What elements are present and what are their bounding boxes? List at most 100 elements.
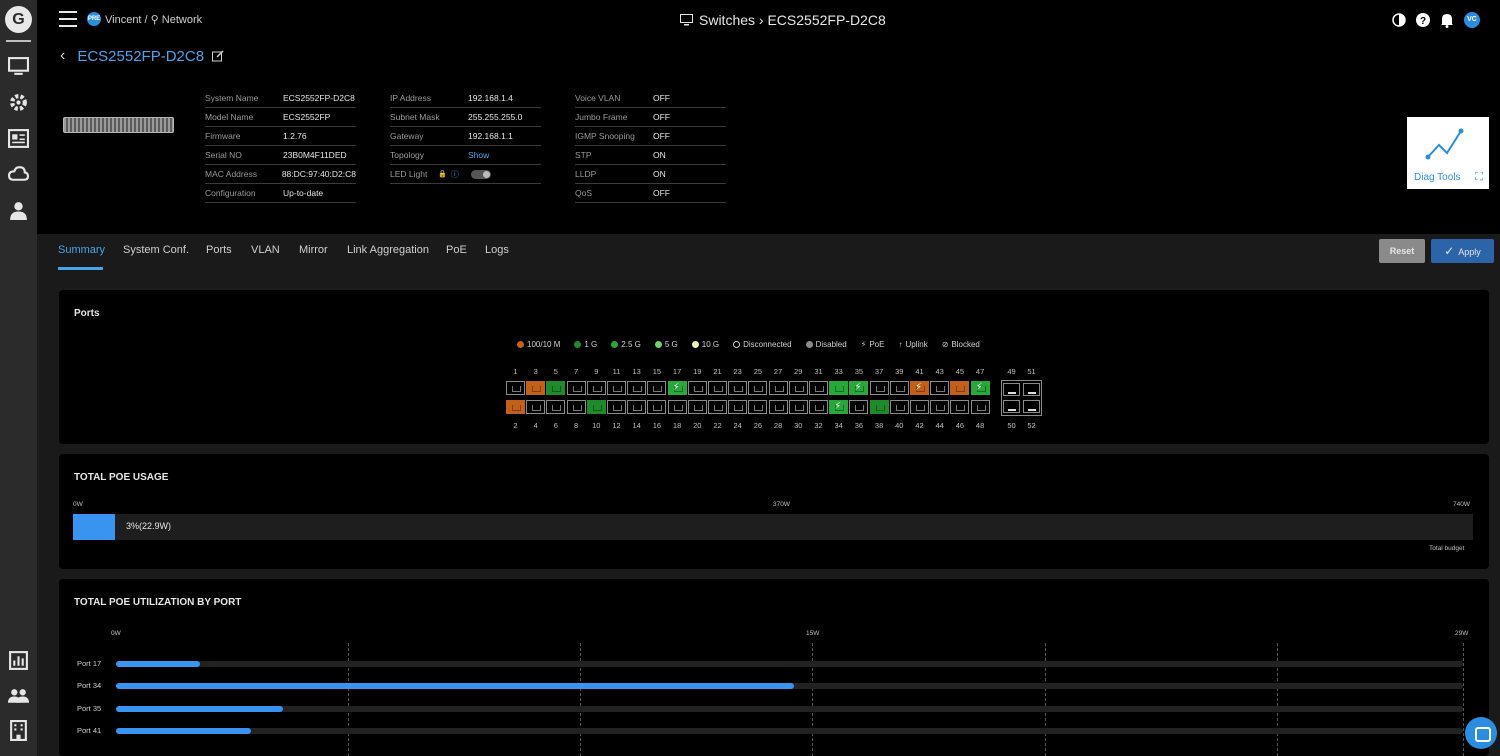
theme-toggle-icon[interactable]	[1392, 13, 1406, 27]
user-avatar[interactable]: VC	[1464, 12, 1480, 28]
info-row: QoS OFF	[575, 184, 726, 203]
port-25[interactable]	[748, 381, 768, 395]
diag-chart-icon	[1425, 128, 1464, 160]
port-27[interactable]	[768, 381, 788, 395]
bell-icon[interactable]	[1440, 13, 1454, 28]
sfp-port-50[interactable]	[1003, 400, 1020, 413]
monitor-icon[interactable]	[8, 56, 29, 77]
gear-icon[interactable]	[8, 92, 29, 113]
port-17[interactable]: ⚡	[667, 381, 687, 395]
port-15[interactable]	[647, 381, 667, 395]
port-4[interactable]	[526, 400, 546, 414]
port-8[interactable]	[566, 400, 586, 414]
port-10[interactable]	[586, 400, 606, 414]
port-9[interactable]	[586, 381, 606, 395]
sfp-port-49[interactable]	[1003, 383, 1020, 396]
building-icon[interactable]	[8, 720, 29, 741]
tab-mirror[interactable]: Mirror	[299, 244, 328, 256]
port-1[interactable]	[506, 381, 525, 395]
info-icon[interactable]: ⓘ	[451, 169, 459, 180]
port-35[interactable]: ⚡	[849, 381, 869, 395]
admin-user-icon[interactable]	[8, 200, 29, 221]
port-30[interactable]	[788, 400, 808, 414]
port-34[interactable]: ⚡	[829, 400, 849, 414]
port-20[interactable]	[687, 400, 707, 414]
port-41[interactable]: ⚡	[910, 381, 929, 395]
port-47[interactable]: ⚡	[970, 381, 990, 395]
cloud-icon[interactable]	[8, 164, 29, 185]
menu-icon[interactable]	[59, 11, 77, 27]
port-number: 35	[854, 367, 864, 376]
port-19[interactable]	[687, 381, 707, 395]
port-2[interactable]	[506, 400, 525, 414]
port-43[interactable]	[930, 381, 950, 395]
port-3[interactable]	[526, 381, 546, 395]
diag-tools-button[interactable]: Diag Tools ⛶	[1407, 117, 1489, 189]
tab-summary[interactable]: Summary	[58, 244, 105, 256]
port-26[interactable]	[748, 400, 768, 414]
port-24[interactable]	[728, 400, 748, 414]
port-18[interactable]	[667, 400, 687, 414]
app-logo[interactable]: G	[5, 6, 32, 33]
port-39[interactable]	[889, 381, 909, 395]
topology-show-link[interactable]: Show	[468, 150, 489, 160]
sfp-port-52[interactable]	[1023, 400, 1040, 413]
port-5[interactable]	[546, 381, 566, 395]
port-36[interactable]	[849, 400, 869, 414]
tab-logs[interactable]: Logs	[485, 244, 509, 256]
tab-vlan[interactable]: VLAN	[251, 244, 280, 256]
tab-poe[interactable]: PoE	[446, 244, 467, 256]
port-11[interactable]	[607, 381, 626, 395]
port-13[interactable]	[627, 381, 647, 395]
port-14[interactable]	[627, 400, 647, 414]
org-selector[interactable]: PRE Vincent / ⚲ Network	[87, 12, 202, 26]
port-number: 36	[854, 421, 864, 430]
port-21[interactable]	[708, 381, 727, 395]
switch-image	[63, 117, 174, 133]
port-7[interactable]	[566, 381, 586, 395]
port-22[interactable]	[708, 400, 727, 414]
port-40[interactable]	[889, 400, 909, 414]
port-46[interactable]	[950, 400, 970, 414]
users-icon[interactable]	[8, 686, 29, 707]
report-icon[interactable]	[8, 128, 29, 149]
tab-system-conf[interactable]: System Conf.	[123, 244, 189, 256]
legend-item: Disabled	[805, 340, 847, 349]
top-right-tools: ? VC	[1392, 12, 1480, 28]
port-42[interactable]	[910, 400, 929, 414]
port-12[interactable]	[607, 400, 626, 414]
port-number: 47	[975, 367, 985, 376]
port-28[interactable]	[768, 400, 788, 414]
port-23[interactable]	[728, 381, 748, 395]
help-icon[interactable]: ?	[1416, 13, 1430, 27]
reset-button[interactable]: Reset	[1379, 239, 1425, 263]
info-value: OFF	[653, 112, 670, 122]
util-scale-mid: 15W	[806, 630, 820, 637]
apply-button[interactable]: ✓ Apply	[1431, 239, 1494, 263]
port-32[interactable]	[809, 400, 828, 414]
tab-link-aggregation[interactable]: Link Aggregation	[347, 244, 429, 256]
port-33[interactable]	[829, 381, 849, 395]
info-row: LLDP ON	[575, 165, 726, 184]
tab-ports[interactable]: Ports	[206, 244, 232, 256]
legend-item: Disconnected	[733, 340, 792, 349]
led-light-toggle[interactable]	[470, 169, 491, 179]
port-38[interactable]	[869, 400, 889, 414]
chat-support-button[interactable]	[1465, 717, 1497, 749]
port-31[interactable]	[809, 381, 828, 395]
back-chevron-icon[interactable]: ‹	[60, 47, 65, 65]
port-legend: 100/10 M 1 G 2.5 G 5 G 10 G Disconnected Disab…	[517, 340, 980, 349]
util-bar-track	[116, 727, 1463, 734]
port-45[interactable]	[950, 381, 970, 395]
edit-icon[interactable]	[212, 50, 224, 62]
info-key: Serial NO	[205, 150, 242, 160]
sfp-port-51[interactable]	[1023, 383, 1040, 396]
port-6[interactable]	[546, 400, 566, 414]
port-16[interactable]	[647, 400, 667, 414]
port-44[interactable]	[930, 400, 950, 414]
analytics-icon[interactable]	[8, 650, 29, 671]
port-37[interactable]	[869, 381, 889, 395]
util-scale-max: 29W	[1455, 630, 1469, 637]
port-48[interactable]	[970, 400, 990, 414]
port-29[interactable]	[788, 381, 808, 395]
